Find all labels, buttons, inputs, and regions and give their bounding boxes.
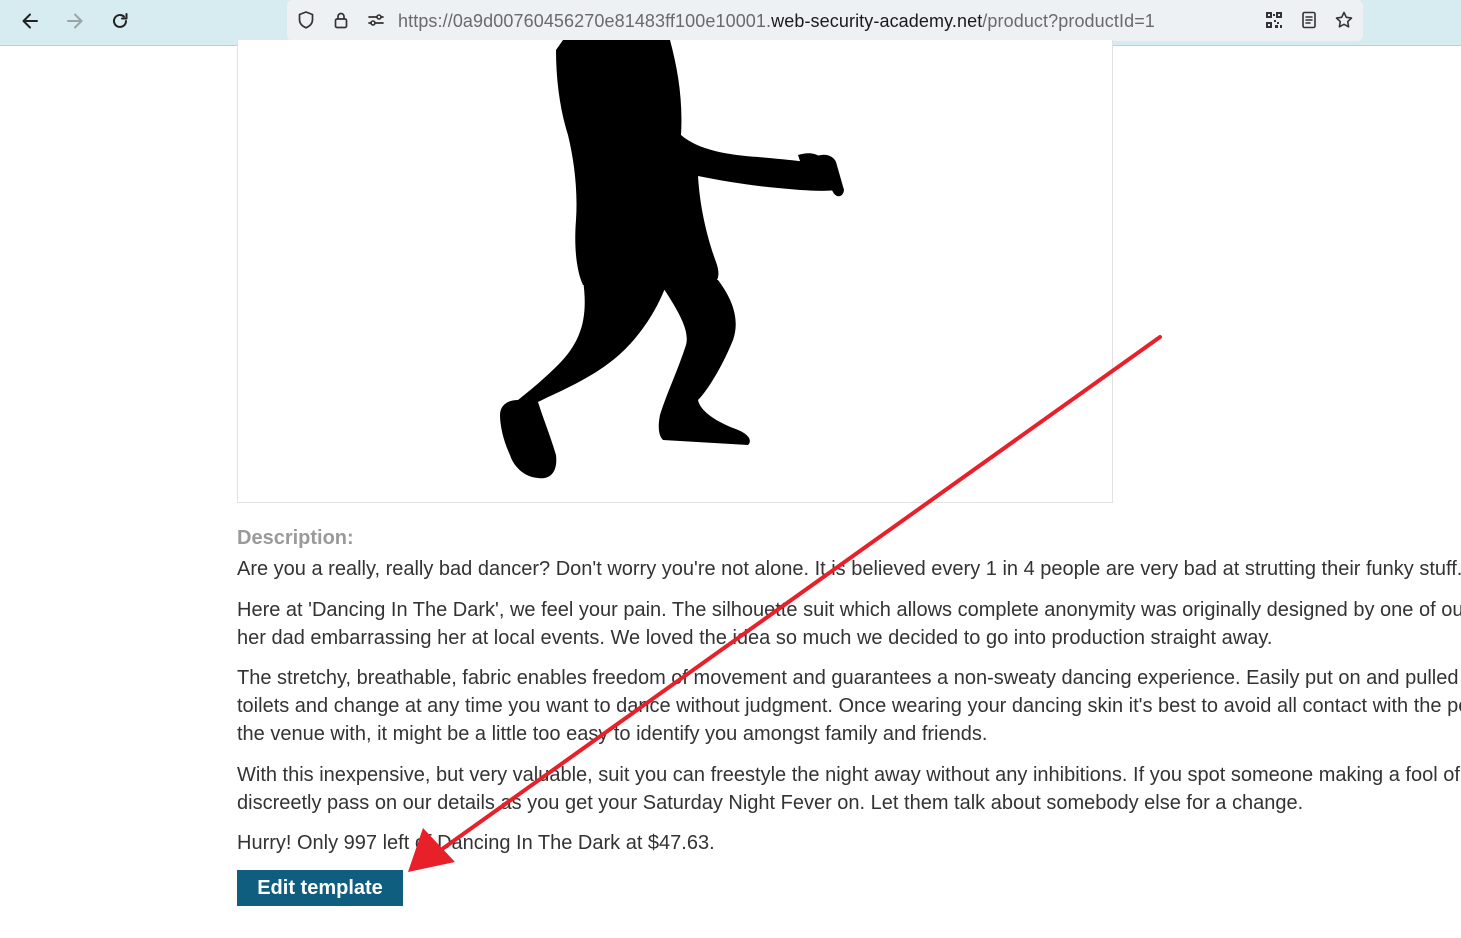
description-line: Here at 'Dancing In The Dark', we feel y…: [237, 599, 1461, 621]
description-line: Are you a really, really bad dancer? Don…: [237, 558, 1461, 580]
url-domain: web-security-academy.net: [771, 11, 983, 31]
description-paragraph-4: With this inexpensive, but very valuable…: [237, 761, 1460, 817]
description-line: With this inexpensive, but very valuable…: [237, 764, 1460, 786]
arrow-left-icon: [22, 13, 38, 29]
permissions-icon[interactable]: [366, 10, 386, 30]
reload-button[interactable]: [105, 6, 135, 36]
description-paragraph-1: Are you a really, really bad dancer? Don…: [237, 555, 1461, 583]
description-line: Hurry! Only 997 left of Dancing In The D…: [237, 832, 715, 854]
qr-code-icon[interactable]: [1264, 10, 1284, 30]
url-prefix: https://0a9d00760456270e81483ff100e10001…: [398, 11, 772, 31]
description-line: The stretchy, breathable, fabric enables…: [237, 667, 1459, 689]
edit-template-button[interactable]: Edit template: [237, 870, 403, 906]
arrow-right-icon: [67, 13, 83, 29]
reader-view-icon[interactable]: [1299, 10, 1319, 30]
back-button[interactable]: [15, 6, 45, 36]
description-line: toilets and change at any time you want …: [237, 695, 1461, 717]
star-icon[interactable]: [1334, 10, 1354, 30]
url-path: /product?productId=1: [982, 11, 1155, 31]
description-paragraph-2: Here at 'Dancing In The Dark', we feel y…: [237, 596, 1461, 652]
description-line: discreetly pass on our details as you ge…: [237, 792, 1304, 814]
forward-button[interactable]: [60, 6, 90, 36]
lock-icon[interactable]: [331, 10, 351, 30]
description-paragraph-3: The stretchy, breathable, fabric enables…: [237, 664, 1461, 748]
shield-icon[interactable]: [296, 10, 316, 30]
stock-price-text: Hurry! Only 997 left of Dancing In The D…: [237, 829, 715, 857]
description-label: Description:: [237, 527, 354, 549]
description-line: the venue with, it might be a little too…: [237, 723, 988, 745]
reload-icon: [113, 13, 128, 28]
url-text[interactable]: https://0a9d00760456270e81483ff100e10001…: [398, 10, 1155, 32]
description-line: her dad embarrassing her at local events…: [237, 627, 1273, 649]
dancer-silhouette: [500, 40, 844, 479]
product-image: [237, 40, 1113, 503]
url-bar[interactable]: https://0a9d00760456270e81483ff100e10001…: [287, 0, 1363, 41]
